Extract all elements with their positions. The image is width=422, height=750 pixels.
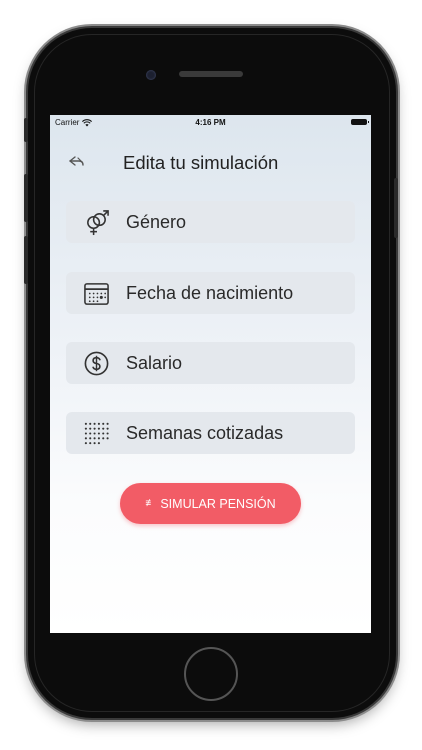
field-gender-label: Género: [126, 212, 187, 232]
field-birthdate[interactable]: Fecha de nacimiento: [66, 272, 355, 314]
screen-header: Edita tu simulación: [50, 149, 371, 175]
calendar-icon: [84, 283, 109, 305]
volume-up-button: [24, 174, 28, 222]
battery-icon: [351, 119, 369, 125]
status-bar: Carrier 4:16 PM: [50, 115, 371, 129]
dollar-circle-icon: [84, 351, 109, 376]
dot-grid-icon: [84, 422, 109, 445]
app-screen: Carrier 4:16 PM Edita tu simulación Géne…: [50, 115, 371, 633]
status-time: 4:16 PM: [195, 118, 226, 127]
mute-switch: [24, 118, 28, 142]
simulate-pension-label: SIMULAR PENSIÓN: [160, 496, 276, 511]
earpiece-speaker: [179, 71, 243, 77]
field-birthdate-label: Fecha de nacimiento: [126, 283, 294, 303]
field-gender[interactable]: Género: [66, 201, 355, 243]
volume-down-button: [24, 236, 28, 284]
gender-icon: [87, 210, 109, 236]
field-salary[interactable]: Salario: [66, 342, 355, 384]
back-arrow-icon[interactable]: [68, 154, 86, 170]
sliders-icon: ≢: [145, 498, 156, 509]
front-camera: [146, 70, 156, 80]
simulate-pension-button[interactable]: ≢ SIMULAR PENSIÓN: [120, 483, 301, 524]
device-mockup: Carrier 4:16 PM Edita tu simulación Géne…: [0, 0, 422, 750]
page-title: Edita tu simulación: [123, 152, 279, 173]
field-weeks-label: Semanas cotizadas: [126, 423, 284, 443]
field-weeks[interactable]: Semanas cotizadas: [66, 412, 355, 454]
power-button: [394, 178, 398, 238]
field-salary-label: Salario: [126, 353, 183, 373]
home-button[interactable]: [184, 647, 238, 701]
